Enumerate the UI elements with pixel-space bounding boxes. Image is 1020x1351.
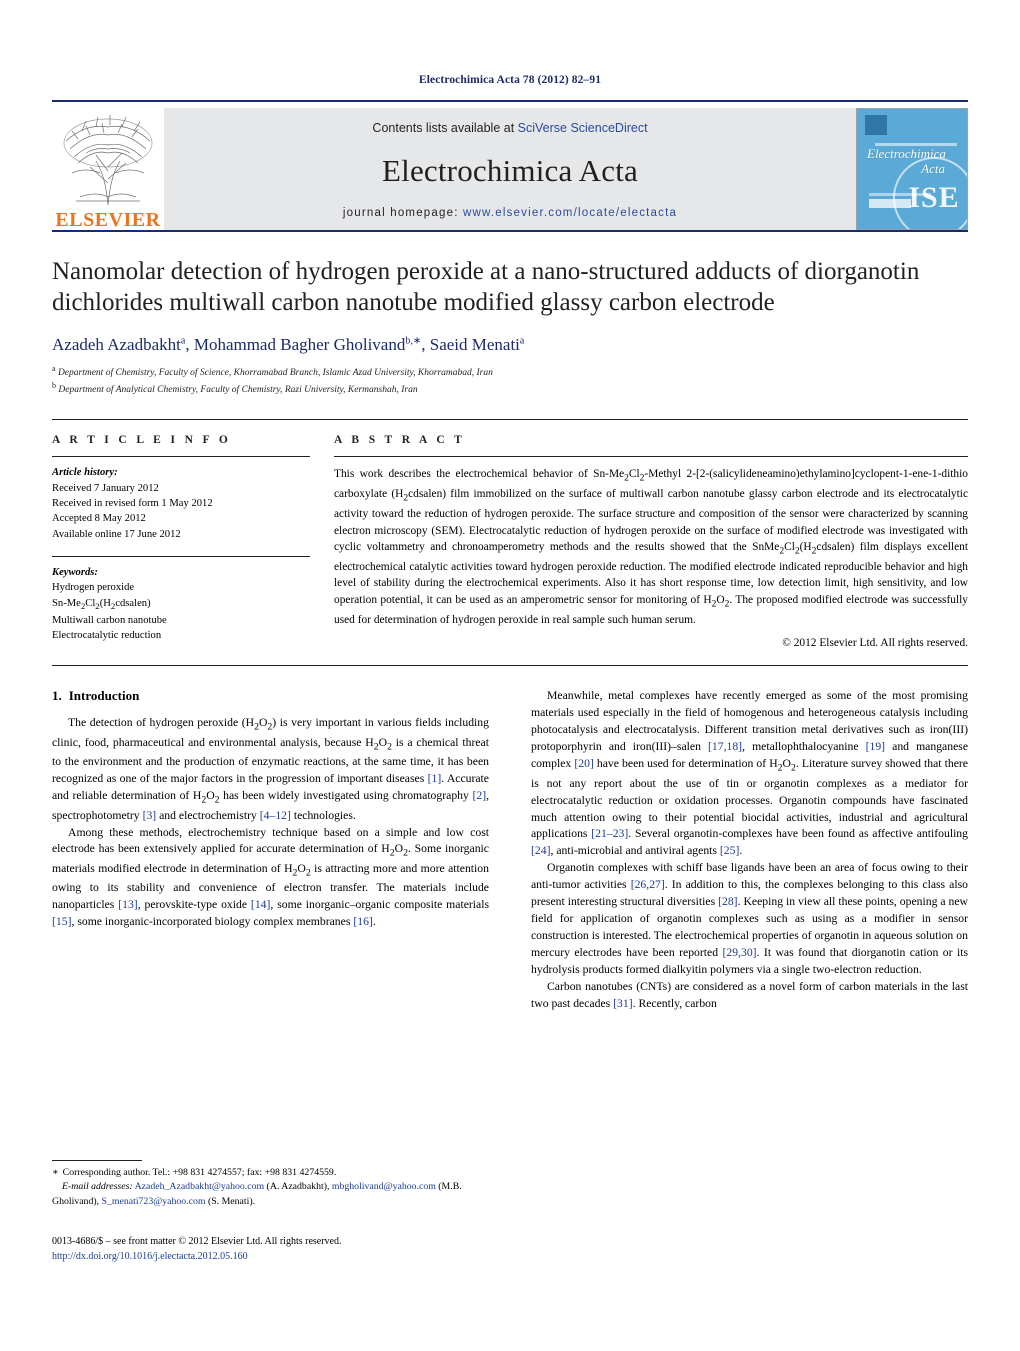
elsevier-logo: ELSEVIER <box>52 108 164 230</box>
body-column-right: Meanwhile, metal complexes have recently… <box>531 688 968 1013</box>
page-footer: 0013-4686/$ – see front matter © 2012 El… <box>52 1234 522 1264</box>
article-info-column: A R T I C L E I N F O Article history: R… <box>52 434 310 649</box>
ise-society-seal-icon: ISE <box>893 157 967 229</box>
affiliation-marker-a: a <box>52 363 56 373</box>
paragraph: The detection of hydrogen peroxide (H2O2… <box>52 716 490 822</box>
keyword-item: Hydrogen peroxide <box>52 582 135 594</box>
article-body: 1. Introduction The detection of hydrogen… <box>52 688 968 1013</box>
history-item: Accepted 8 May 2012 <box>52 513 146 525</box>
journal-title: Electrochimica Acta <box>382 153 638 188</box>
paragraph: Carbon nanotubes (CNTs) are considered a… <box>531 980 968 1011</box>
keyword-item: Electrocatalytic reduction <box>52 630 162 642</box>
affiliation-text-b: Department of Analytical Chemistry, Facu… <box>58 385 418 396</box>
footnote-text: ∗ Corresponding author. Tel.: +98 831 427… <box>52 1166 472 1180</box>
affiliation-b: b Department of Analytical Chemistry, Fa… <box>52 380 968 397</box>
footnote-star-marker: ∗ <box>52 1167 59 1178</box>
journal-homepage-link[interactable]: www.elsevier.com/locate/electacta <box>463 207 677 219</box>
footnote-rule <box>52 1160 142 1161</box>
paragraph: Organotin complexes with schiff base lig… <box>531 861 969 977</box>
article-title: Nanomolar detection of hydrogen peroxide… <box>52 258 920 317</box>
history-item: Available online 17 June 2012 <box>52 528 181 540</box>
info-abstract-bottom-rule <box>52 665 968 667</box>
article-info-separator <box>52 556 310 558</box>
abstract-rule <box>334 456 968 458</box>
elsevier-wordmark: ELSEVIER <box>55 209 161 231</box>
section-title: Introduction <box>68 688 140 704</box>
email-addresses-line: E-mail addresses: Azadeh_Azadbakht@yahoo… <box>52 1180 472 1209</box>
abstract-text: This work describes the electrochemical … <box>334 468 968 626</box>
body-column-left: 1. Introduction The detection of hydrogen… <box>52 688 489 1013</box>
section-heading-introduction: 1. Introduction <box>52 688 489 704</box>
issn-copyright-line: 0013-4686/$ – see front matter © 2012 El… <box>52 1236 342 1247</box>
history-item: Received 7 January 2012 <box>52 482 159 494</box>
affiliation-text-a: Department of Chemistry, Faculty of Scie… <box>57 367 493 378</box>
contents-list-line: Contents lists available at SciVerse Sci… <box>372 121 647 135</box>
history-item: Received in revised form 1 May 2012 <box>52 498 213 510</box>
abstract-column: A B S T R A C T This work describes the … <box>334 434 968 649</box>
affiliation-a: a Department of Chemistry, Faculty of Sc… <box>52 363 968 380</box>
corresponding-author-footnote: ∗ Corresponding author. Tel.: +98 831 427… <box>52 1160 472 1209</box>
article-info-heading: A R T I C L E I N F O <box>52 434 232 447</box>
homepage-prefix: journal homepage: <box>342 207 463 219</box>
elsevier-tree-icon <box>63 115 153 206</box>
journal-cover-thumbnail: Electrochimica Acta ISE <box>856 108 968 230</box>
doi-link[interactable]: http://dx.doi.org/10.1016/j.electacta.20… <box>52 1249 522 1264</box>
masthead-bottom-rule <box>52 230 968 232</box>
email-addresses-label: E-mail addresses: <box>62 1181 133 1193</box>
keywords-label: Keywords: <box>52 567 98 579</box>
cover-elsevier-icon <box>865 115 887 135</box>
article-history-group: Article history: Received 7 January 2012… <box>52 465 310 542</box>
journal-masthead: ELSEVIER Contents lists available at Sci… <box>52 108 968 230</box>
journal-homepage-line: journal homepage: www.elsevier.com/locat… <box>343 207 677 219</box>
abstract-copyright: © 2012 Elsevier Ltd. All rights reserved… <box>782 637 968 650</box>
journal-article-page: Electrochimica Acta 78 (2012) 82–91 ELSE… <box>0 0 1020 1351</box>
title-block: Nanomolar detection of hydrogen peroxide… <box>52 256 968 397</box>
masthead-center-band: Contents lists available at SciVerse Sci… <box>164 108 856 230</box>
section-number: 1. <box>52 688 62 704</box>
keyword-item: Multiwall carbon nanotube <box>52 614 167 626</box>
contents-prefix: Contents lists available at <box>372 121 518 135</box>
masthead-top-rule <box>52 100 968 102</box>
affiliation-marker-b: b <box>52 380 56 390</box>
sciencedirect-link[interactable]: SciVerse ScienceDirect <box>518 121 648 135</box>
running-head: Electrochimica Acta 78 (2012) 82–91 <box>418 74 602 86</box>
corresponding-author-text: Corresponding author. Tel.: +98 831 4274… <box>62 1167 337 1178</box>
paragraph: Among these methods, electrochemistry te… <box>52 825 489 929</box>
info-abstract-row: A R T I C L E I N F O Article history: R… <box>52 420 968 649</box>
keyword-item: Sn-Me2Cl2(H2cdsalen) <box>52 597 151 611</box>
paragraph: Meanwhile, metal complexes have recently… <box>531 689 969 858</box>
abstract-heading: A B S T R A C T <box>334 434 466 447</box>
article-history-label: Article history: <box>52 467 118 479</box>
article-info-rule <box>52 456 310 458</box>
keywords-group: Keywords: Hydrogen peroxide Sn-Me2Cl2(H2… <box>52 565 310 643</box>
affiliation-list: a Department of Chemistry, Faculty of Sc… <box>52 363 968 398</box>
author-list: Azadeh Azadbakhta, Mohammad Bagher Gholi… <box>52 334 525 354</box>
